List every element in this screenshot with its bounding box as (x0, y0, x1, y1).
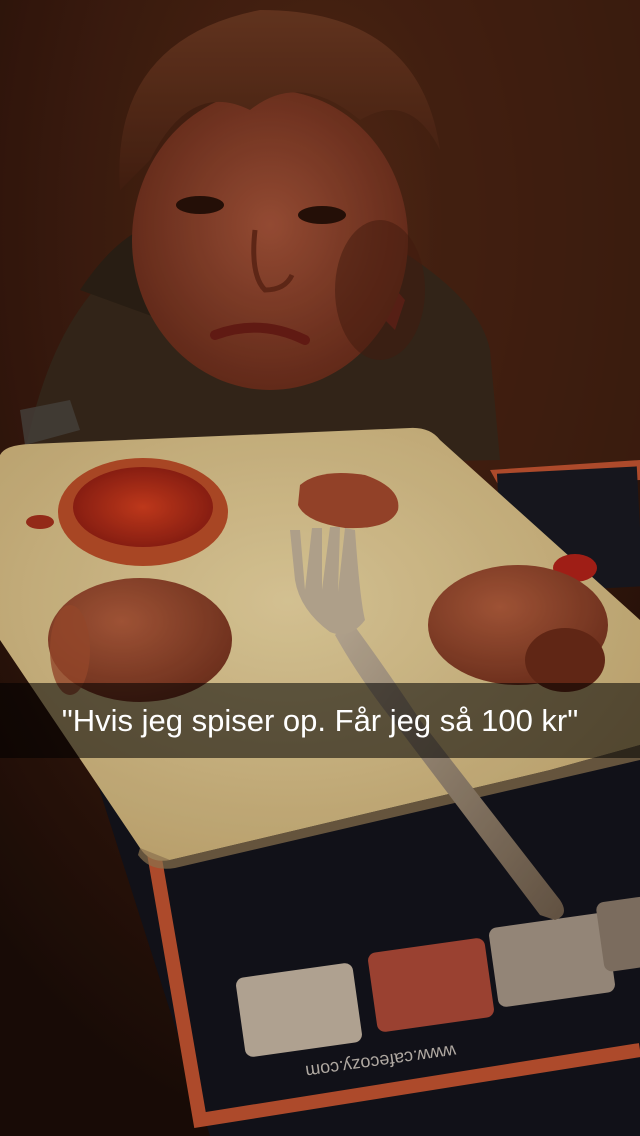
caption-text: "Hvis jeg spiser op. Får jeg så 100 kr" (61, 702, 579, 738)
photo-scene: www.cafecozy.com (0, 0, 640, 1136)
caption-bar: "Hvis jeg spiser op. Får jeg så 100 kr" (0, 683, 640, 758)
snap-photo: www.cafecozy.com "Hvis jeg spiser op. Få… (0, 0, 640, 1136)
vignette (0, 0, 640, 1136)
